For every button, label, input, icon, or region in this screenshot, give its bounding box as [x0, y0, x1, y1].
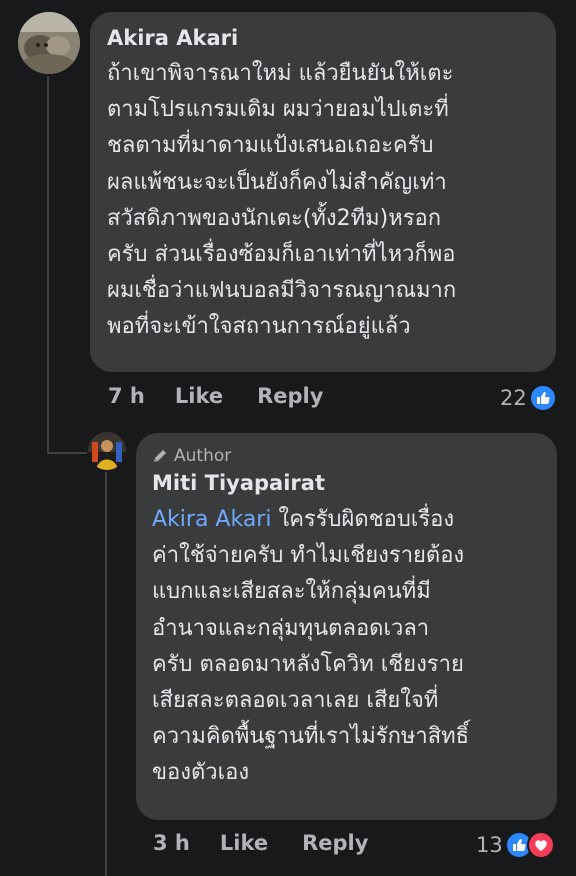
like-button[interactable]: Like [220, 831, 268, 855]
comment-time[interactable]: 3 h [153, 831, 190, 855]
comment-text: Akira Akari ใครรับผิดชอบเรื่อง ค่าใช้จ่า… [152, 502, 541, 792]
avatar[interactable] [18, 12, 80, 74]
reaction-summary[interactable]: 13 [476, 831, 555, 859]
thread-line [105, 472, 107, 876]
comment-actions: 3 h Like Reply [153, 831, 368, 855]
comment-text: ถ้าเขาพิจารณาใหม่ แล้วยืนยันให้เตะ ตามโป… [107, 61, 457, 340]
comment-bubble: Author Miti Tiyapairat Akira Akari ใครรั… [136, 433, 557, 820]
thread-line [47, 76, 49, 454]
reaction-count: 22 [500, 386, 527, 410]
comment-text-body: ใครรับผิดชอบเรื่อง ค่าใช้จ่ายครับ ทำไมเช… [152, 507, 470, 786]
avatar-image [88, 432, 126, 470]
mention-link[interactable]: Akira Akari [152, 507, 271, 532]
reply-button[interactable]: Reply [257, 384, 323, 408]
comment-author[interactable]: Miti Tiyapairat [152, 468, 541, 498]
like-reaction-icon [528, 384, 557, 412]
avatar-image [18, 12, 80, 74]
comment-bubble: Akira Akari ถ้าเขาพิจารณาใหม่ แล้วยืนยัน… [90, 12, 556, 372]
reaction-count: 13 [476, 833, 503, 857]
comment-time[interactable]: 7 h [108, 384, 145, 408]
comment-author[interactable]: Akira Akari [107, 22, 540, 54]
thread-connector [47, 420, 87, 454]
comment-actions: 7 h Like Reply [108, 384, 323, 408]
pencil-icon [154, 450, 166, 462]
reply-button[interactable]: Reply [302, 831, 368, 855]
avatar[interactable] [88, 432, 126, 470]
reaction-summary[interactable]: 22 [500, 384, 557, 412]
author-badge: Author [152, 445, 541, 467]
love-reaction-icon [526, 831, 555, 859]
like-button[interactable]: Like [175, 384, 223, 408]
author-badge-label: Author [174, 446, 232, 466]
